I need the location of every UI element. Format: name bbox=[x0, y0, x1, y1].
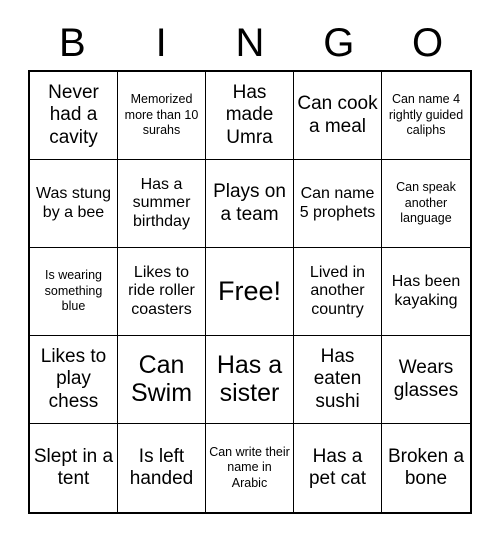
bingo-square[interactable]: Has been kayaking bbox=[382, 248, 470, 336]
bingo-square-label: Likes to play chess bbox=[40, 346, 107, 412]
bingo-square[interactable]: Plays on a team bbox=[206, 160, 294, 248]
bingo-square-label: Plays on a team bbox=[213, 181, 286, 225]
bingo-square[interactable]: Is left handed bbox=[118, 424, 206, 512]
header-letter-i: I bbox=[155, 21, 167, 65]
bingo-square[interactable]: Likes to ride roller coasters bbox=[118, 248, 206, 336]
bingo-square-label: Likes to ride roller coasters bbox=[128, 263, 195, 318]
bingo-square-label: Can name 4 rightly guided caliphs bbox=[388, 92, 464, 138]
bingo-free-space[interactable]: Free! bbox=[206, 248, 294, 336]
bingo-square[interactable]: Has a summer birthday bbox=[118, 160, 206, 248]
bingo-square[interactable]: Can cook a meal bbox=[294, 72, 382, 160]
bingo-square[interactable]: Can name 4 rightly guided caliphs bbox=[382, 72, 470, 160]
bingo-square-label: Is wearing something blue bbox=[44, 268, 103, 314]
bingo-square[interactable]: Wears glasses bbox=[382, 336, 470, 424]
bingo-square[interactable]: Can name 5 prophets bbox=[294, 160, 382, 248]
bingo-square[interactable]: Has a pet cat bbox=[294, 424, 382, 512]
bingo-square-label: Has been kayaking bbox=[391, 272, 461, 309]
bingo-square[interactable]: Can speak another language bbox=[382, 160, 470, 248]
bingo-square-label: Has eaten sushi bbox=[313, 346, 362, 412]
bingo-square[interactable]: Is wearing something blue bbox=[30, 248, 118, 336]
bingo-square[interactable]: Has eaten sushi bbox=[294, 336, 382, 424]
bingo-square-label: Is left handed bbox=[129, 445, 194, 489]
bingo-square[interactable]: Never had a cavity bbox=[30, 72, 118, 160]
bingo-square[interactable]: Can write their name in Arabic bbox=[206, 424, 294, 512]
bingo-square-label: Can Swim bbox=[130, 351, 193, 407]
bingo-square[interactable]: Has a sister bbox=[206, 336, 294, 424]
bingo-square-label: Can cook a meal bbox=[297, 93, 378, 137]
bingo-square-label: Broken a bone bbox=[387, 445, 465, 489]
bingo-header: B I N G O bbox=[28, 18, 472, 68]
bingo-square-label: Was stung by a bee bbox=[36, 184, 111, 221]
bingo-square-label: Lived in another country bbox=[309, 263, 366, 318]
bingo-square-label: Has a summer birthday bbox=[132, 175, 191, 230]
bingo-square-label: Never had a cavity bbox=[48, 82, 99, 148]
bingo-square-label: Has made Umra bbox=[225, 82, 274, 148]
free-space-label: Free! bbox=[217, 275, 282, 306]
bingo-square[interactable]: Was stung by a bee bbox=[30, 160, 118, 248]
bingo-square[interactable]: Has made Umra bbox=[206, 72, 294, 160]
bingo-square[interactable]: Slept in a tent bbox=[30, 424, 118, 512]
header-letter-g: G bbox=[323, 21, 355, 65]
bingo-square[interactable]: Likes to play chess bbox=[30, 336, 118, 424]
header-letter-b: B bbox=[59, 21, 86, 65]
bingo-square-label: Wears glasses bbox=[393, 357, 459, 401]
bingo-square-label: Can name 5 prophets bbox=[299, 184, 376, 221]
bingo-square-label: Has a sister bbox=[216, 351, 283, 407]
bingo-grid: Never had a cavity Memorized more than 10… bbox=[28, 70, 472, 514]
bingo-square-label: Can write their name in Arabic bbox=[209, 444, 290, 490]
bingo-square-label: Slept in a tent bbox=[33, 445, 114, 489]
bingo-card: B I N G O Never had a cavity Memorized mo… bbox=[0, 0, 500, 544]
bingo-square-label: Has a pet cat bbox=[308, 445, 367, 489]
header-letter-n: N bbox=[235, 21, 265, 65]
bingo-square[interactable]: Lived in another country bbox=[294, 248, 382, 336]
bingo-square[interactable]: Memorized more than 10 surahs bbox=[118, 72, 206, 160]
bingo-square[interactable]: Can Swim bbox=[118, 336, 206, 424]
bingo-square-label: Can speak another language bbox=[396, 180, 456, 226]
header-letter-o: O bbox=[412, 21, 444, 65]
bingo-square[interactable]: Broken a bone bbox=[382, 424, 470, 512]
bingo-square-label: Memorized more than 10 surahs bbox=[124, 92, 199, 138]
